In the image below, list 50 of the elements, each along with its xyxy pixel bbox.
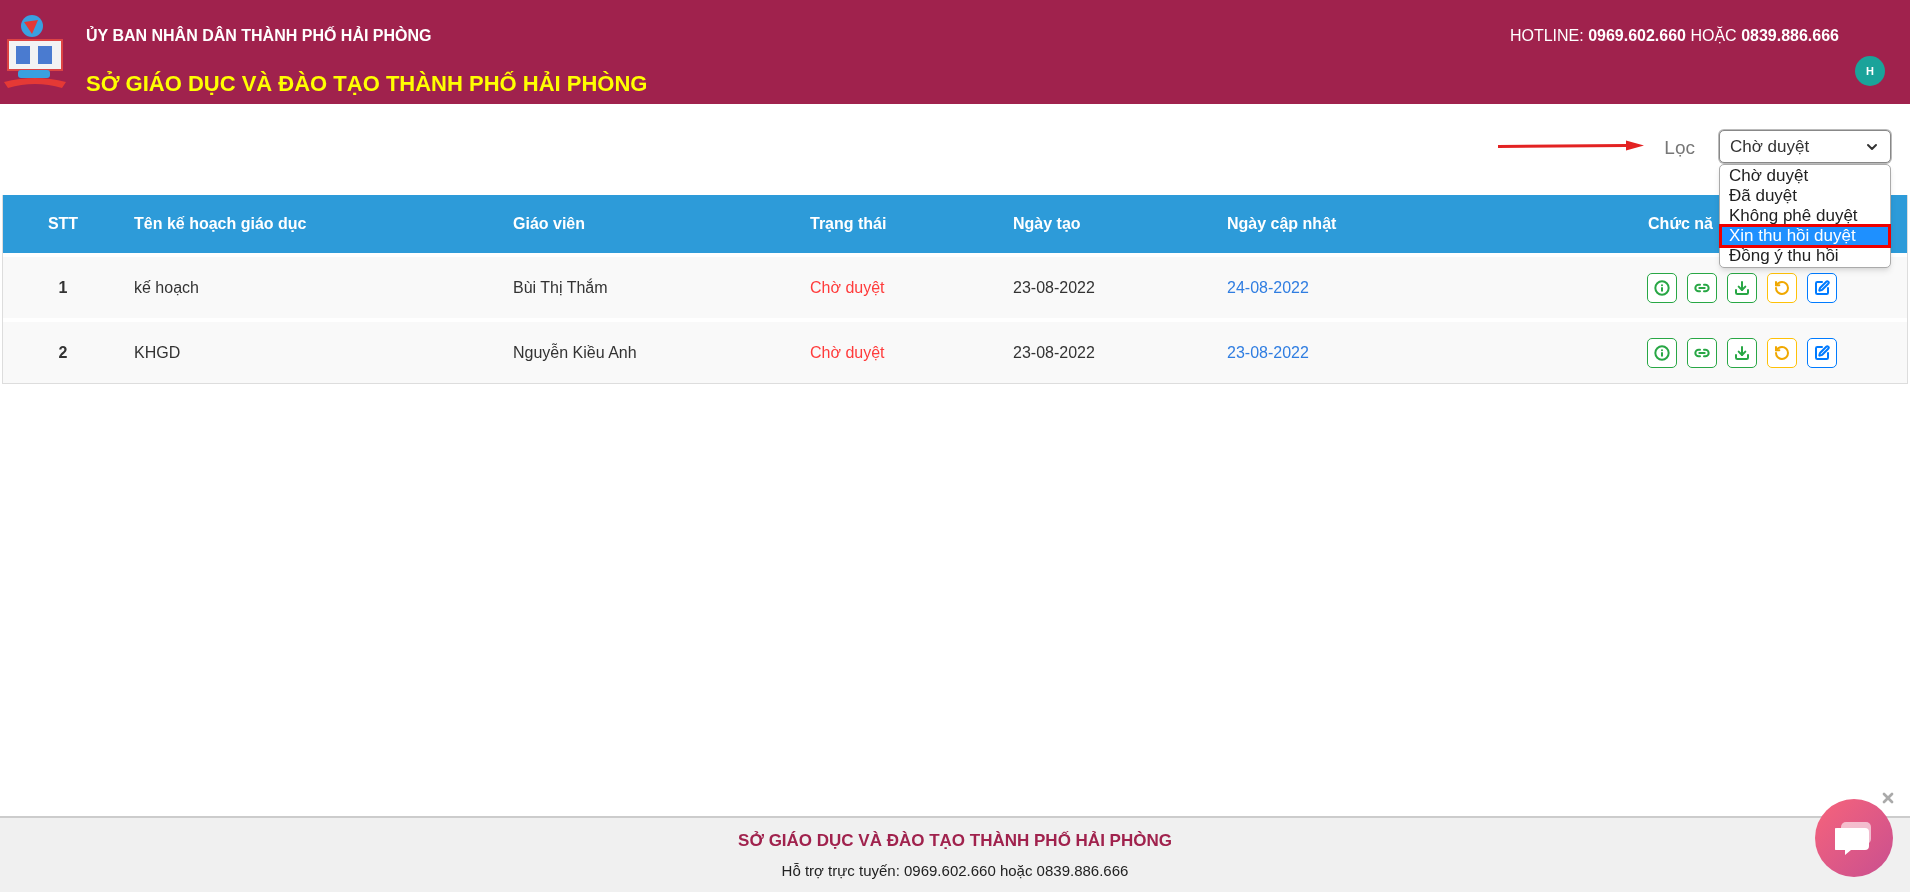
undo-icon: [1774, 279, 1790, 296]
footer-support-text: Hỗ trợ trực tuyến: 0969.602.660 hoặc 0839.886.666: [781, 860, 1129, 881]
table-cell-text: 23-08-2022: [1013, 342, 1096, 363]
header-subtitle: ỦY BAN NHÂN DÂN THÀNH PHỐ HẢI PHÒNG: [86, 25, 433, 46]
dropdown-option[interactable]: Đã duyệt: [1721, 186, 1889, 206]
revoke-button[interactable]: [1767, 337, 1797, 368]
footer-title: SỞ GIÁO DỤC VÀ ĐÀO TẠO THÀNH PHỐ HẢI PHÒNG: [738, 830, 1172, 852]
hotline-text: HOTLINE: 0969.602.660 HOẶC 0839.886.666: [1509, 25, 1839, 46]
column-header: Giáo viên: [513, 214, 587, 234]
filter-select[interactable]: Chờ duyệt: [1719, 130, 1891, 163]
close-icon[interactable]: [1880, 790, 1896, 806]
edit-button[interactable]: [1807, 272, 1837, 303]
dropdown-option[interactable]: Chờ duyệt: [1721, 166, 1889, 186]
link-button[interactable]: [1687, 337, 1717, 368]
status-text: Chờ duyệt: [810, 342, 886, 363]
column-header: STT: [46, 214, 80, 234]
table-cell-text: Bùi Thị Thắm: [513, 277, 609, 298]
download-icon: [1734, 279, 1750, 296]
dropdown-option[interactable]: Không phê duyệt: [1721, 206, 1889, 226]
column-header: Tên kế hoạch giáo dục: [133, 214, 308, 234]
info-icon: [1654, 279, 1670, 296]
edit-button[interactable]: [1807, 337, 1837, 368]
filter-label: Lọc: [1664, 136, 1695, 160]
table-cell-text: 23-08-2022: [1013, 277, 1096, 298]
download-button[interactable]: [1727, 272, 1757, 303]
download-button[interactable]: [1727, 337, 1757, 368]
table-cell-text: 1: [57, 277, 69, 298]
updated-date-link[interactable]: 23-08-2022: [1227, 340, 1557, 365]
status-text: Chờ duyệt: [810, 277, 886, 298]
column-header: Chức nă: [1648, 214, 1713, 234]
column-header: Ngày cập nhật: [1227, 214, 1338, 234]
revoke-button[interactable]: [1767, 272, 1797, 303]
edit-icon: [1814, 279, 1830, 296]
link-button[interactable]: [1687, 272, 1717, 303]
info-button[interactable]: [1647, 272, 1677, 303]
dropdown-option[interactable]: Đồng ý thu hồi: [1721, 246, 1889, 266]
updated-date-link[interactable]: 24-08-2022: [1227, 275, 1557, 300]
edit-icon: [1814, 344, 1830, 361]
info-icon: [1654, 344, 1670, 361]
header-title: SỞ GIÁO DỤC VÀ ĐÀO TẠO THÀNH PHỐ HẢI PHÒNG: [86, 70, 648, 98]
table-cell-text: Nguyễn Kiều Anh: [513, 342, 638, 363]
download-icon: [1734, 344, 1750, 361]
table-cell-text: KHGD: [133, 342, 182, 363]
undo-icon: [1774, 344, 1790, 361]
column-header: Trạng thái: [810, 214, 888, 234]
table-cell-text: kế hoạch: [133, 277, 200, 298]
column-header: Ngày tạo: [1013, 214, 1082, 234]
info-button[interactable]: [1647, 337, 1677, 368]
chat-icon: [1835, 820, 1873, 856]
table-cell-text: 2: [57, 342, 69, 363]
